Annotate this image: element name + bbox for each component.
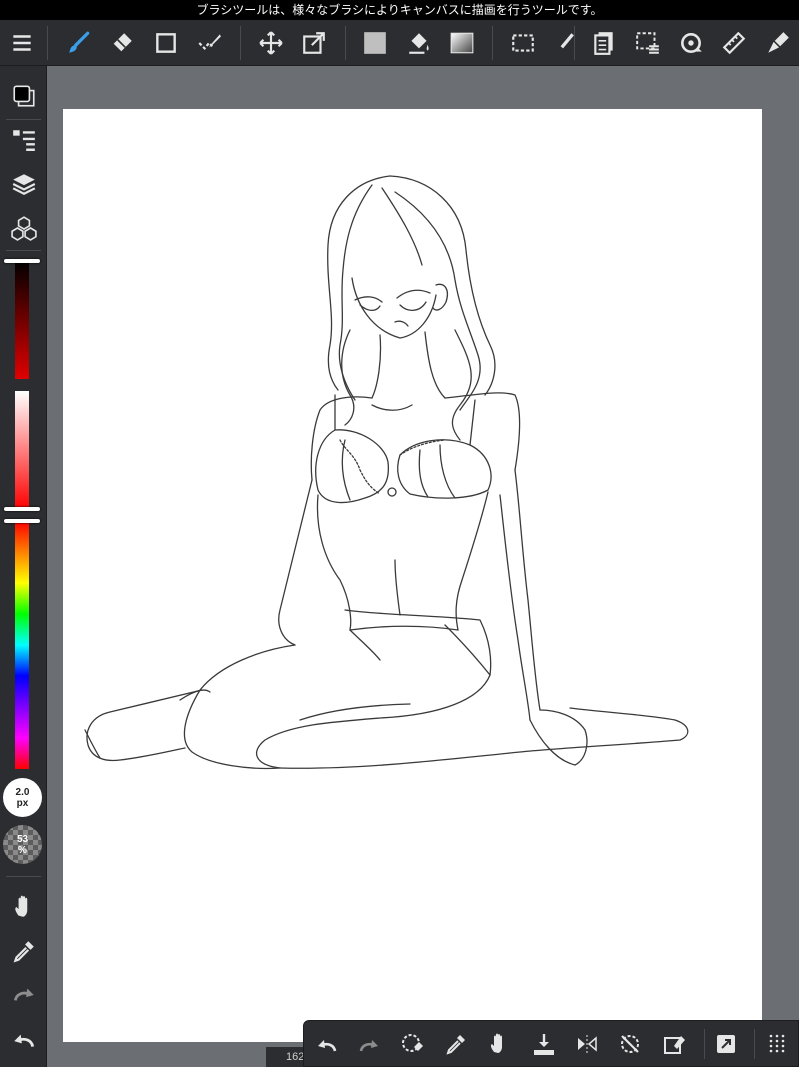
select-tool-icon xyxy=(512,34,534,52)
transform-tool-icon xyxy=(303,32,325,54)
materials-cube-icon xyxy=(10,215,37,241)
selection-clear-icon xyxy=(402,1034,423,1052)
clear-layer-button[interactable] xyxy=(659,1029,689,1059)
bucket-tool-icon xyxy=(409,33,429,54)
saturation-slider-thumb[interactable] xyxy=(4,507,40,511)
hand-tool-button[interactable] xyxy=(7,890,40,923)
lasso-fill-tool-button[interactable] xyxy=(193,27,225,59)
hand-icon xyxy=(14,895,27,917)
opacity-indicator[interactable]: 53 % xyxy=(3,825,42,864)
fill-color-icon xyxy=(364,32,386,54)
redo-button[interactable] xyxy=(7,978,40,1011)
lasso-fill-tool-icon xyxy=(198,34,221,51)
brush-list-button[interactable] xyxy=(7,123,40,156)
undo-icon xyxy=(13,1034,34,1047)
brush-size-unit: px xyxy=(16,797,29,809)
hand-icon xyxy=(490,1033,502,1053)
filter-icon xyxy=(768,32,789,53)
color-swatch-icon xyxy=(12,84,35,107)
more-tools-button[interactable] xyxy=(762,1029,792,1059)
flip-horizontal-icon xyxy=(578,1035,597,1053)
move-tool-button[interactable] xyxy=(255,27,287,59)
redo-icon xyxy=(13,988,34,1001)
saturation-slider[interactable] xyxy=(15,391,29,509)
gradient-tool-icon xyxy=(450,32,474,54)
flip-horizontal-button[interactable] xyxy=(572,1029,602,1059)
brush-size-indicator[interactable]: 2.0 px xyxy=(3,778,42,817)
brightness-slider-thumb[interactable] xyxy=(4,259,40,263)
brush-size-value: 2.0 xyxy=(15,786,30,798)
top-toolbar xyxy=(0,20,799,66)
filter-button[interactable] xyxy=(762,27,794,59)
rotate-view-button[interactable] xyxy=(675,27,707,59)
ruler-icon xyxy=(722,31,746,55)
deselect-button[interactable] xyxy=(397,1029,427,1059)
selection-edit-icon xyxy=(636,32,659,54)
bottom-toolbar xyxy=(303,1020,799,1067)
hue-slider-thumb[interactable] xyxy=(4,519,40,523)
layer-copy-icon xyxy=(594,32,613,55)
zoom-level-label: 162 xyxy=(266,1047,306,1067)
opacity-value: 53 xyxy=(16,833,29,845)
layer-copy-button[interactable] xyxy=(588,27,620,59)
grid-dots-icon xyxy=(769,1034,785,1053)
eyedropper-icon xyxy=(13,940,34,962)
opacity-unit: % xyxy=(18,844,27,856)
redo-icon xyxy=(359,1040,378,1052)
color-swatch-button[interactable] xyxy=(7,79,40,112)
rotate-view-icon xyxy=(681,33,702,53)
selection-edit-button[interactable] xyxy=(632,27,664,59)
undo-icon xyxy=(318,1040,337,1052)
shape-tool-button[interactable] xyxy=(150,27,182,59)
rotate-reset-icon xyxy=(621,1035,639,1053)
undo-button[interactable] xyxy=(7,1022,40,1055)
brush-tool-icon xyxy=(69,31,90,53)
bottom-undo-button[interactable] xyxy=(312,1029,342,1059)
select-pen-tool-button[interactable] xyxy=(548,27,580,59)
clear-layer-icon xyxy=(664,1036,685,1054)
bucket-tool-button[interactable] xyxy=(403,27,435,59)
eyedropper-icon xyxy=(446,1035,465,1055)
select-tool-button[interactable] xyxy=(507,27,539,59)
fullscreen-button[interactable] xyxy=(711,1029,741,1059)
gradient-tool-button[interactable] xyxy=(446,27,478,59)
rotate-reset-button[interactable] xyxy=(615,1029,645,1059)
expand-icon xyxy=(717,1035,735,1053)
menu-icon xyxy=(13,35,31,51)
eraser-tool-icon xyxy=(112,33,132,53)
bottom-redo-button[interactable] xyxy=(354,1029,384,1059)
line-art-drawing xyxy=(84,175,689,770)
download-icon xyxy=(534,1034,554,1055)
status-message: ブラシツールは、様々なブラシによりキャンバスに描画を行うツールです。 xyxy=(0,0,799,20)
eraser-tool-button[interactable] xyxy=(106,27,138,59)
layers-button[interactable] xyxy=(7,167,40,200)
app-window: ブラシツールは、様々なブラシによりキャンバスに描画を行うツールです。 2.0 p… xyxy=(0,0,799,1067)
shape-tool-icon xyxy=(156,33,176,53)
layers-icon xyxy=(12,173,35,195)
bottom-hand-button[interactable] xyxy=(484,1029,514,1059)
eyedropper-button[interactable] xyxy=(7,934,40,967)
hue-slider[interactable] xyxy=(15,521,29,769)
fill-color-button[interactable] xyxy=(359,27,391,59)
menu-button[interactable] xyxy=(6,27,38,59)
brush-list-icon xyxy=(12,129,35,151)
save-to-device-button[interactable] xyxy=(529,1029,559,1059)
bottom-eyedropper-button[interactable] xyxy=(441,1029,471,1059)
transform-tool-button[interactable] xyxy=(298,27,330,59)
brightness-slider[interactable] xyxy=(15,261,29,379)
move-tool-icon xyxy=(259,31,283,55)
left-sidebar: 2.0 px 53 % xyxy=(0,66,47,1067)
materials-button[interactable] xyxy=(7,211,40,244)
brush-tool-button[interactable] xyxy=(63,27,95,59)
ruler-button[interactable] xyxy=(718,27,750,59)
